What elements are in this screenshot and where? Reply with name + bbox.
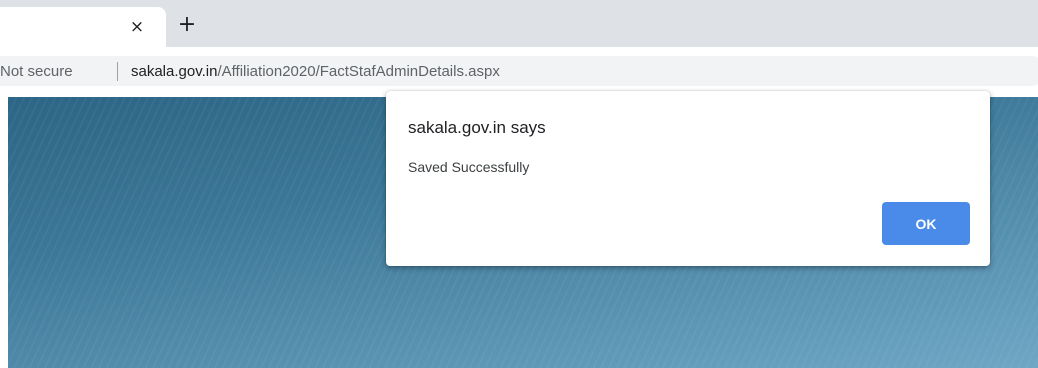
url-path: /Affiliation2020/FactStafAdminDetails.as… <box>217 63 500 80</box>
security-status-label[interactable]: Not secure <box>0 63 73 80</box>
alert-dialog: sakala.gov.in says Saved Successfully OK <box>386 91 990 266</box>
address-bar[interactable]: Not secure sakala.gov.in/Affiliation2020… <box>0 56 1038 86</box>
close-icon[interactable]: × <box>129 17 145 37</box>
page-left-edge <box>0 97 8 368</box>
browser-toolbar: Not secure sakala.gov.in/Affiliation2020… <box>0 47 1038 97</box>
ok-button[interactable]: OK <box>882 202 970 245</box>
dialog-title: sakala.gov.in says <box>408 118 546 137</box>
dialog-message: Saved Successfully <box>408 159 530 175</box>
url-text[interactable]: sakala.gov.in/Affiliation2020/FactStafAd… <box>131 63 500 80</box>
new-tab-button[interactable]: + <box>177 12 197 37</box>
tab-strip: × + <box>0 0 1038 47</box>
url-host: sakala.gov.in <box>131 63 218 80</box>
browser-tab[interactable]: × <box>0 7 166 47</box>
address-bar-divider <box>117 62 118 81</box>
